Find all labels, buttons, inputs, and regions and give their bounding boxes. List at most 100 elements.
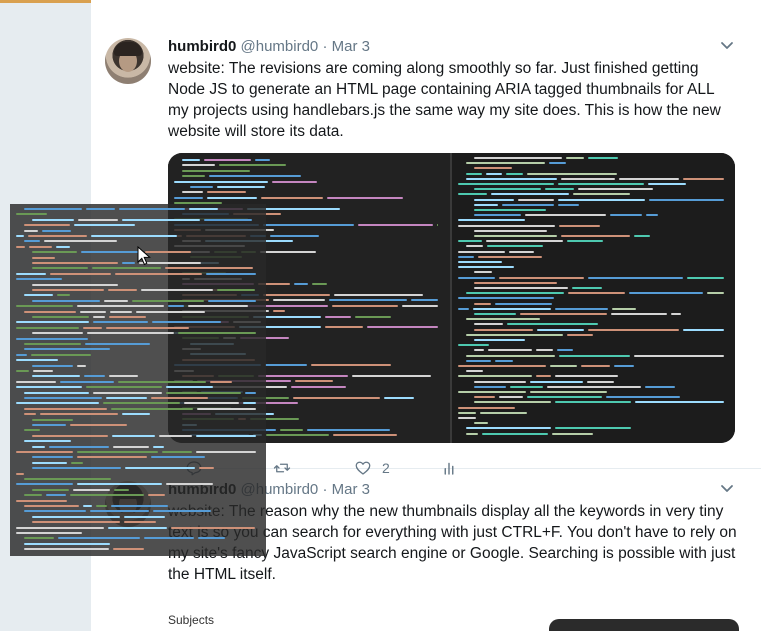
code-line — [352, 375, 431, 377]
code-line — [111, 505, 168, 507]
code-line — [70, 494, 144, 497]
code-line — [482, 432, 548, 435]
code-line — [567, 240, 603, 243]
code-line — [332, 304, 398, 307]
code-line — [261, 196, 323, 199]
code-line — [207, 191, 246, 194]
code-line — [327, 196, 403, 199]
code-line — [108, 526, 167, 529]
code-line — [646, 214, 658, 217]
code-line — [474, 167, 512, 170]
code-line — [578, 188, 653, 191]
code-line — [245, 391, 256, 394]
code-line — [81, 251, 141, 254]
code-line — [32, 316, 89, 318]
code-line — [124, 521, 156, 524]
tweet-date[interactable]: Mar 3 — [332, 481, 370, 498]
partial-media-label: Subjects — [168, 613, 215, 627]
tweet-date[interactable]: Mar 3 — [332, 38, 370, 55]
code-line — [466, 177, 557, 180]
code-line — [86, 208, 115, 210]
code-line — [16, 359, 58, 362]
code-line — [104, 299, 128, 302]
code-line — [24, 224, 70, 227]
code-line — [151, 397, 208, 399]
code-line — [527, 172, 617, 175]
code-line — [93, 391, 162, 394]
code-line — [166, 391, 241, 394]
code-line — [141, 289, 213, 291]
code-line — [204, 218, 252, 221]
code-line — [707, 292, 724, 295]
code-line — [16, 483, 73, 486]
code-line — [24, 494, 42, 497]
code-line — [136, 310, 205, 313]
code-line — [437, 223, 438, 226]
code-line — [174, 196, 203, 199]
code-line — [270, 234, 319, 237]
code-line — [293, 396, 380, 399]
code-line — [458, 365, 546, 367]
code-line — [16, 235, 24, 237]
code-line — [209, 175, 301, 178]
code-line — [174, 180, 268, 183]
code-line — [334, 294, 423, 296]
code-line — [458, 219, 525, 222]
code-line — [24, 294, 53, 297]
code-line — [32, 456, 73, 459]
code-line — [108, 289, 137, 291]
code-line — [110, 310, 132, 313]
code-line — [458, 224, 555, 227]
code-line — [458, 307, 469, 310]
code-line — [458, 276, 495, 279]
tweet-header: humbird0 @humbird0 · Mar 3 — [168, 37, 370, 57]
code-line — [294, 283, 308, 286]
author-handle[interactable]: @humbird0 — [241, 38, 319, 55]
chevron-down-icon[interactable] — [719, 480, 735, 496]
code-line — [122, 218, 200, 221]
author-name[interactable]: humbird0 — [168, 38, 236, 55]
code-line — [50, 272, 111, 275]
code-line — [507, 323, 598, 326]
code-line — [545, 188, 574, 191]
avatar[interactable] — [105, 38, 151, 84]
code-line — [474, 157, 562, 159]
code-line — [510, 385, 543, 388]
code-line — [474, 235, 557, 237]
code-line — [16, 402, 99, 405]
code-line — [16, 272, 46, 275]
code-line — [525, 214, 606, 217]
code-line — [144, 537, 194, 540]
code-line — [32, 364, 73, 367]
code-line — [115, 272, 202, 275]
code-line — [555, 307, 608, 310]
code-line — [614, 365, 634, 367]
code-line — [188, 305, 248, 308]
code-line — [466, 370, 483, 373]
code-line — [458, 411, 476, 414]
code-line — [40, 413, 118, 416]
code-line — [32, 283, 118, 286]
code-line — [16, 278, 62, 281]
partial-media[interactable] — [549, 619, 739, 631]
code-line — [151, 456, 205, 459]
code-line — [291, 385, 346, 388]
code-line — [558, 183, 644, 185]
code-line — [243, 402, 256, 405]
code-line — [106, 397, 147, 399]
code-line — [29, 245, 52, 248]
code-line — [166, 483, 213, 486]
code-line — [384, 396, 414, 399]
chevron-down-icon[interactable] — [719, 37, 735, 53]
code-line — [520, 313, 607, 315]
code-line — [16, 526, 104, 529]
code-line — [24, 429, 40, 432]
code-line — [77, 305, 164, 308]
code-line — [42, 229, 71, 232]
code-line — [588, 157, 618, 159]
code-line — [28, 235, 87, 237]
code-line — [458, 344, 489, 347]
tweet-text: website: The revisions are coming along … — [168, 60, 721, 140]
code-line — [458, 250, 505, 253]
code-line — [474, 323, 503, 326]
